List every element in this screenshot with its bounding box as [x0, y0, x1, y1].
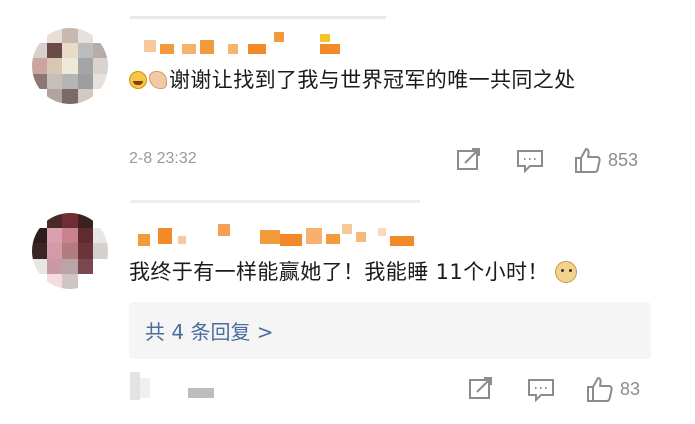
comment-icon: [528, 379, 554, 403]
comment-timestamp-pixelated: [130, 372, 220, 404]
like-count: 853: [608, 149, 639, 170]
comment-body: 我终于有一样能赢她了！我能睡 11个小时！: [129, 260, 549, 284]
comment-button[interactable]: [516, 148, 544, 174]
like-count: 83: [620, 378, 641, 399]
like-button[interactable]: 853: [574, 146, 638, 174]
comment-text: 我终于有一样能赢她了！我能睡 11个小时！: [129, 252, 659, 292]
like-thumb-icon: [587, 377, 613, 402]
comment-body: 谢谢让找到了我与世界冠军的唯一共同之处: [169, 68, 576, 92]
doge-emoji: [554, 261, 577, 283]
nickname-pixelated[interactable]: [130, 32, 350, 58]
repost-icon: [469, 377, 492, 399]
like-button[interactable]: 83: [586, 375, 640, 403]
nickname-pixelated[interactable]: [130, 222, 420, 248]
comment-button[interactable]: [527, 377, 555, 403]
repost-button[interactable]: [456, 148, 482, 172]
comment-divider: [130, 200, 420, 203]
comment-timestamp: 2-8 23:32: [129, 150, 197, 167]
repost-button[interactable]: [468, 377, 494, 401]
avatar[interactable]: [32, 213, 108, 289]
grinning-squinting-emoji: [129, 71, 147, 89]
reply-summary-box[interactable]: 共 4 条回复 >: [129, 302, 651, 359]
like-thumb-icon: [575, 148, 601, 173]
comment-icon: [517, 150, 543, 174]
clasped-hands-emoji: [149, 71, 167, 89]
top-divider: [130, 16, 386, 19]
view-replies-link[interactable]: 共 4 条回复 >: [145, 316, 274, 345]
comment-text: 谢谢让找到了我与世界冠军的唯一共同之处: [129, 60, 659, 100]
avatar[interactable]: [32, 28, 108, 104]
repost-icon: [457, 148, 480, 170]
